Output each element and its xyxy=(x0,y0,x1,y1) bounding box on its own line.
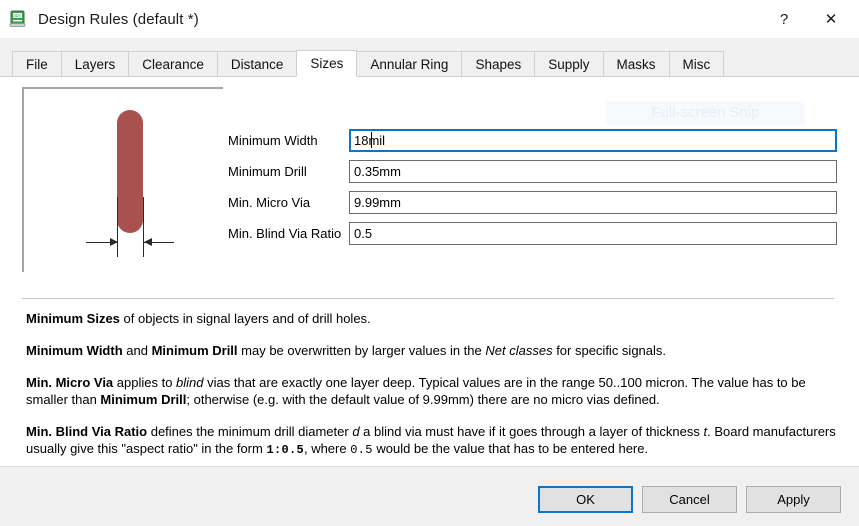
tab-misc[interactable]: Misc xyxy=(669,51,725,76)
tab-list: File Layers Clearance Distance Sizes Ann… xyxy=(12,50,724,76)
dimension-arrow-left xyxy=(110,238,118,246)
p4-rest: would be the value that has to be entere… xyxy=(373,441,648,456)
p1-rest: of objects in signal layers and of drill… xyxy=(120,311,371,326)
p2-mid-1: and xyxy=(123,343,152,358)
description-paragraph-4: Min. Blind Via Ratio defines the minimum… xyxy=(26,423,836,459)
label-minimum-drill: Minimum Drill xyxy=(228,164,349,179)
description-paragraph-1: Minimum Sizes of objects in signal layer… xyxy=(26,310,836,327)
title-bar: DRC Design Rules (default *) ? ✕ xyxy=(0,0,859,38)
apply-button[interactable]: Apply xyxy=(746,486,841,513)
ok-button[interactable]: OK xyxy=(538,486,633,513)
row-minimum-drill: Minimum Drill xyxy=(228,160,838,183)
close-icon[interactable]: ✕ xyxy=(807,0,855,38)
tab-strip: File Layers Clearance Distance Sizes Ann… xyxy=(0,38,859,77)
drill-wall-right xyxy=(143,197,144,257)
tab-file[interactable]: File xyxy=(12,51,61,76)
dialog-button-row: OK Cancel Apply xyxy=(538,486,841,513)
p1-bold-minimum-sizes: Minimum Sizes xyxy=(26,311,120,326)
minimum-drill-input[interactable] xyxy=(349,160,837,183)
text-caret xyxy=(371,132,372,148)
row-min-blind-via-ratio: Min. Blind Via Ratio xyxy=(228,222,838,245)
description-paragraph-3: Min. Micro Via applies to blind vias tha… xyxy=(26,374,836,408)
tab-sizes[interactable]: Sizes xyxy=(296,50,357,77)
tab-masks[interactable]: Masks xyxy=(603,51,669,76)
p4-mono-value: 0.5 xyxy=(350,443,373,457)
tab-distance[interactable]: Distance xyxy=(217,51,297,76)
p2-bold-minimum-drill: Minimum Drill xyxy=(152,343,238,358)
p3-mid-1: applies to xyxy=(113,375,176,390)
p4-mid-2: a blind via must have if it goes through… xyxy=(360,424,704,439)
p4-mid-1: defines the minimum drill diameter xyxy=(147,424,352,439)
p2-mid-2: may be overwritten by larger values in t… xyxy=(238,343,486,358)
section-divider xyxy=(22,298,834,299)
tab-supply[interactable]: Supply xyxy=(534,51,602,76)
p2-bold-minimum-width: Minimum Width xyxy=(26,343,123,358)
p2-rest: for specific signals. xyxy=(553,343,666,358)
help-icon[interactable]: ? xyxy=(761,0,807,38)
p3-bold-min-micro-via: Min. Micro Via xyxy=(26,375,113,390)
pad-and-drill-diagram xyxy=(18,87,223,272)
label-minimum-width: Minimum Width xyxy=(228,133,349,148)
p3-rest: ; otherwise (e.g. with the default value… xyxy=(186,392,659,407)
window-title: Design Rules (default *) xyxy=(38,11,199,28)
diagram-frame-top-edge xyxy=(22,87,223,89)
label-min-blind-via-ratio: Min. Blind Via Ratio xyxy=(228,226,349,241)
row-min-micro-via: Min. Micro Via xyxy=(228,191,838,214)
pad-shape xyxy=(117,110,143,233)
p4-bold-min-blind-via-ratio: Min. Blind Via Ratio xyxy=(26,424,147,439)
svg-text:DRC: DRC xyxy=(13,14,21,19)
p4-mono-ratio: 1:0.5 xyxy=(266,443,304,457)
tab-clearance[interactable]: Clearance xyxy=(128,51,217,76)
tab-layers[interactable]: Layers xyxy=(61,51,129,76)
minimum-width-input[interactable] xyxy=(349,129,837,152)
min-micro-via-input[interactable] xyxy=(349,191,837,214)
row-minimum-width: Minimum Width xyxy=(228,129,838,152)
sizes-form: Minimum Width Minimum Drill Min. Micro V… xyxy=(228,129,838,253)
tab-shapes[interactable]: Shapes xyxy=(461,51,534,76)
dialog-footer: OK Cancel Apply xyxy=(0,466,859,526)
drc-board-icon: DRC xyxy=(9,10,27,28)
drill-wall-left xyxy=(117,197,118,257)
p3-bold-minimum-drill: Minimum Drill xyxy=(100,392,186,407)
sizes-panel: Full-screen Snip Minimum Width Minimum D… xyxy=(0,76,859,467)
tab-annular-ring[interactable]: Annular Ring xyxy=(357,51,461,76)
label-min-micro-via: Min. Micro Via xyxy=(228,195,349,210)
help-description: Minimum Sizes of objects in signal layer… xyxy=(26,310,836,459)
p4-italic-d: d xyxy=(352,424,359,439)
min-blind-via-ratio-input[interactable] xyxy=(349,222,837,245)
diagram-frame-left-edge xyxy=(22,87,24,272)
description-paragraph-2: Minimum Width and Minimum Drill may be o… xyxy=(26,342,836,359)
dimension-arrow-right xyxy=(144,238,152,246)
p2-italic-net-classes: Net classes xyxy=(485,343,552,358)
full-screen-snip-ghost: Full-screen Snip xyxy=(606,101,805,125)
cancel-button[interactable]: Cancel xyxy=(642,486,737,513)
minimum-width-input-wrap xyxy=(349,129,837,152)
p3-italic-blind: blind xyxy=(176,375,203,390)
p4-mid-4: , where xyxy=(304,441,350,456)
